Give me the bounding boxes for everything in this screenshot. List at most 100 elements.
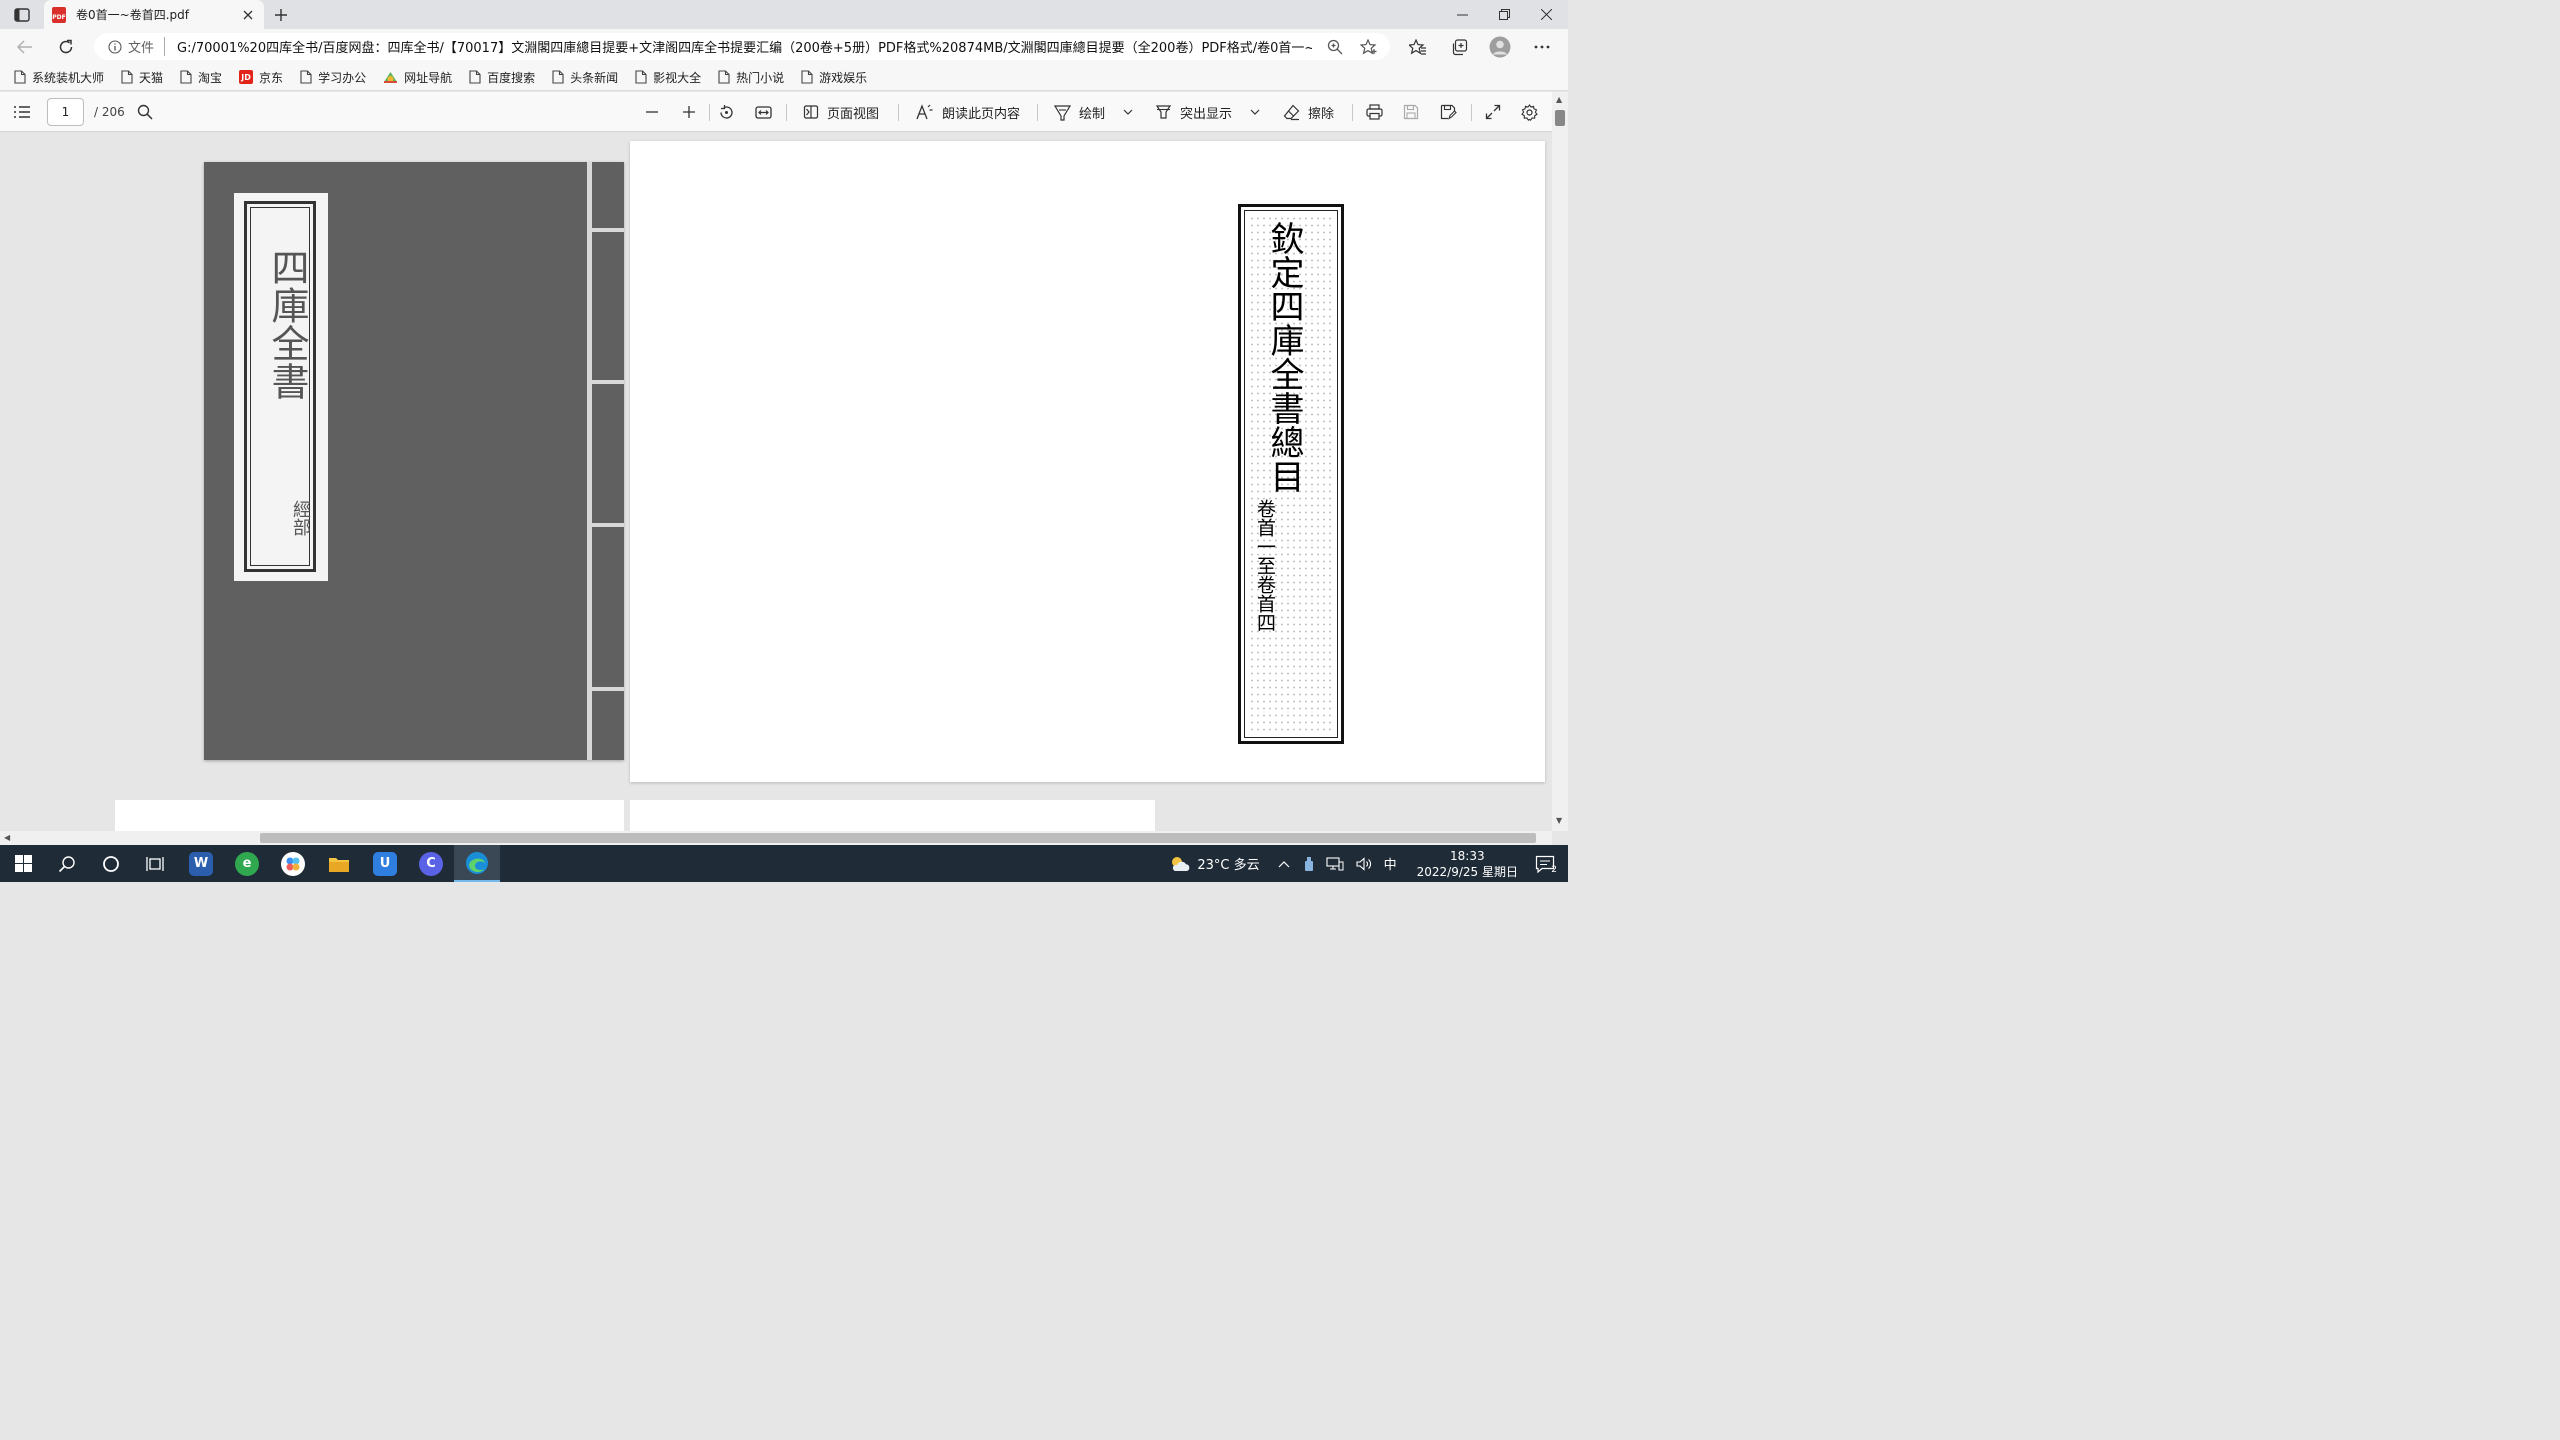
save-icon [1403, 104, 1419, 120]
bookmark-item[interactable]: 游戏娱乐 [801, 69, 867, 86]
info-icon [108, 39, 122, 54]
browser-e-icon[interactable]: e [224, 845, 270, 882]
vertical-scrollbar[interactable]: ▲ ▼ [1552, 92, 1568, 831]
task-view-icon[interactable] [132, 845, 178, 882]
bookmark-label: 系统装机大师 [32, 70, 105, 85]
notification-center-icon[interactable]: 2 [1530, 849, 1560, 879]
bookmark-item[interactable]: 百度搜索 [469, 69, 535, 86]
settings-button[interactable] [1521, 100, 1538, 124]
taskbar-search-icon[interactable] [44, 845, 90, 882]
erase-button[interactable]: 擦除 [1283, 100, 1334, 124]
save-as-button[interactable] [1440, 100, 1457, 124]
navigation-bar: 文件 G:/70001%20四库全书/百度网盘：四库全书/【70017】文淵閣四… [0, 29, 1568, 64]
tab-active[interactable]: PDF 卷0首一~卷首四.pdf [44, 0, 264, 29]
bookmark-item[interactable]: 热门小说 [718, 69, 784, 86]
bookmark-label: 淘宝 [198, 70, 223, 85]
bookmark-item[interactable]: 影视大全 [635, 69, 701, 86]
tab-actions-icon[interactable] [8, 5, 36, 25]
add-favorite-icon[interactable] [1358, 36, 1380, 58]
bookmark-item[interactable]: 网址导航 [383, 69, 452, 86]
print-button[interactable] [1366, 100, 1383, 124]
bookmark-item[interactable]: 学习办公 [300, 69, 366, 86]
pdf-page-title: 欽定四庫全書總目 卷首一至卷首四 [630, 141, 1545, 782]
vertical-scroll-thumb[interactable] [1555, 110, 1565, 126]
new-tab-button[interactable] [270, 4, 292, 26]
security-shield-icon[interactable]: U [362, 845, 408, 882]
bookmark-item[interactable]: JD 京东 [239, 69, 283, 86]
pdf-page-next [115, 800, 624, 831]
edge-icon[interactable] [454, 845, 500, 882]
draw-button[interactable]: 绘制 [1054, 100, 1105, 124]
page-view-button[interactable]: 页面视图 [803, 100, 879, 124]
scroll-left-icon[interactable]: ◀ [4, 833, 10, 842]
horizontal-scroll-thumb[interactable] [260, 833, 1536, 843]
erase-label: 擦除 [1308, 106, 1335, 122]
save-button[interactable] [1403, 100, 1419, 124]
favorites-icon[interactable] [1406, 35, 1430, 59]
read-aloud-button[interactable]: 朗读此页内容 [916, 100, 1020, 124]
browser-c-icon[interactable]: C [408, 845, 454, 882]
zoom-icon[interactable] [1324, 36, 1346, 58]
scroll-up-icon[interactable]: ▲ [1556, 95, 1562, 104]
eraser-icon [1283, 104, 1300, 121]
cortana-icon[interactable] [88, 845, 134, 882]
usb-device-icon[interactable] [1304, 856, 1314, 872]
minimize-button[interactable] [1441, 0, 1483, 29]
refresh-button[interactable] [54, 35, 78, 59]
network-icon[interactable] [1326, 856, 1344, 871]
fit-page-button[interactable] [755, 100, 772, 124]
collections-icon[interactable] [1447, 35, 1471, 59]
site-info-button[interactable]: 文件 [108, 37, 166, 56]
fit-width-icon [755, 105, 772, 120]
back-button[interactable] [13, 35, 37, 59]
volume-icon[interactable] [1356, 856, 1372, 871]
table-of-contents-icon[interactable] [12, 102, 32, 122]
draw-label: 绘制 [1079, 106, 1106, 122]
pdf-toolbar: / 206 页面视图 朗读此页内容 绘制 突出显示 擦除 [0, 92, 1568, 132]
file-explorer-icon[interactable] [316, 845, 362, 882]
restore-button[interactable] [1483, 0, 1525, 29]
weather-text: 23°C 多云 [1197, 858, 1260, 873]
pdf-page-cover: 四庫全書 經部 [204, 162, 624, 760]
toolbar-divider [786, 104, 787, 121]
pdf-viewer[interactable]: 四庫全書 經部 欽定四庫全書總目 卷首一至卷首四 [0, 133, 1552, 831]
bookmark-item[interactable]: 系统装机大师 [14, 69, 104, 86]
title-slip-main-text: 欽定四庫全書總目 [1264, 221, 1304, 493]
url-text[interactable]: G:/70001%20四库全书/百度网盘：四库全书/【70017】文淵閣四庫總目… [177, 37, 1312, 56]
scroll-down-icon[interactable]: ▼ [1556, 816, 1562, 825]
address-bar[interactable]: 文件 G:/70001%20四库全书/百度网盘：四库全书/【70017】文淵閣四… [94, 33, 1390, 60]
close-window-button[interactable] [1525, 0, 1567, 29]
search-icon[interactable] [135, 102, 155, 122]
word-icon[interactable]: W [178, 845, 224, 882]
profile-avatar-icon[interactable] [1488, 35, 1512, 59]
cover-title-label: 四庫全書 經部 [234, 193, 328, 581]
bookmark-item[interactable]: 头条新闻 [552, 69, 618, 86]
cover-title: 四庫全書 [265, 248, 309, 400]
draw-pen-icon [1054, 104, 1071, 121]
weather-widget[interactable]: 23°C 多云 [1169, 854, 1260, 873]
bookmark-item[interactable]: 淘宝 [180, 69, 222, 86]
zoom-out-button[interactable] [644, 100, 660, 124]
notification-count: 2 [1551, 864, 1557, 875]
more-menu-icon[interactable] [1530, 35, 1554, 59]
zoom-in-button[interactable] [681, 100, 697, 124]
clock[interactable]: 18:33 2022/9/25 星期日 [1417, 848, 1518, 880]
close-icon[interactable] [240, 7, 256, 23]
bookmark-item[interactable]: 天猫 [121, 69, 163, 86]
page-icon [552, 70, 564, 84]
draw-options-dropdown[interactable] [1122, 100, 1134, 124]
page-number-input[interactable] [47, 98, 84, 126]
full-screen-button[interactable] [1485, 100, 1501, 124]
gear-icon [1521, 103, 1538, 121]
windows-start-icon[interactable] [0, 845, 46, 882]
input-method-indicator[interactable]: 中 [1384, 854, 1397, 873]
page-icon [14, 70, 26, 84]
rotate-button[interactable] [718, 100, 735, 124]
chevron-up-icon[interactable] [1278, 860, 1290, 868]
horizontal-scrollbar[interactable]: ◀ [0, 831, 1552, 845]
cloud-icon[interactable] [270, 845, 316, 882]
highlight-options-dropdown[interactable] [1249, 100, 1261, 124]
jd-icon: JD [239, 70, 254, 84]
highlight-button[interactable]: 突出显示 [1155, 100, 1232, 124]
book-spine [587, 162, 592, 760]
